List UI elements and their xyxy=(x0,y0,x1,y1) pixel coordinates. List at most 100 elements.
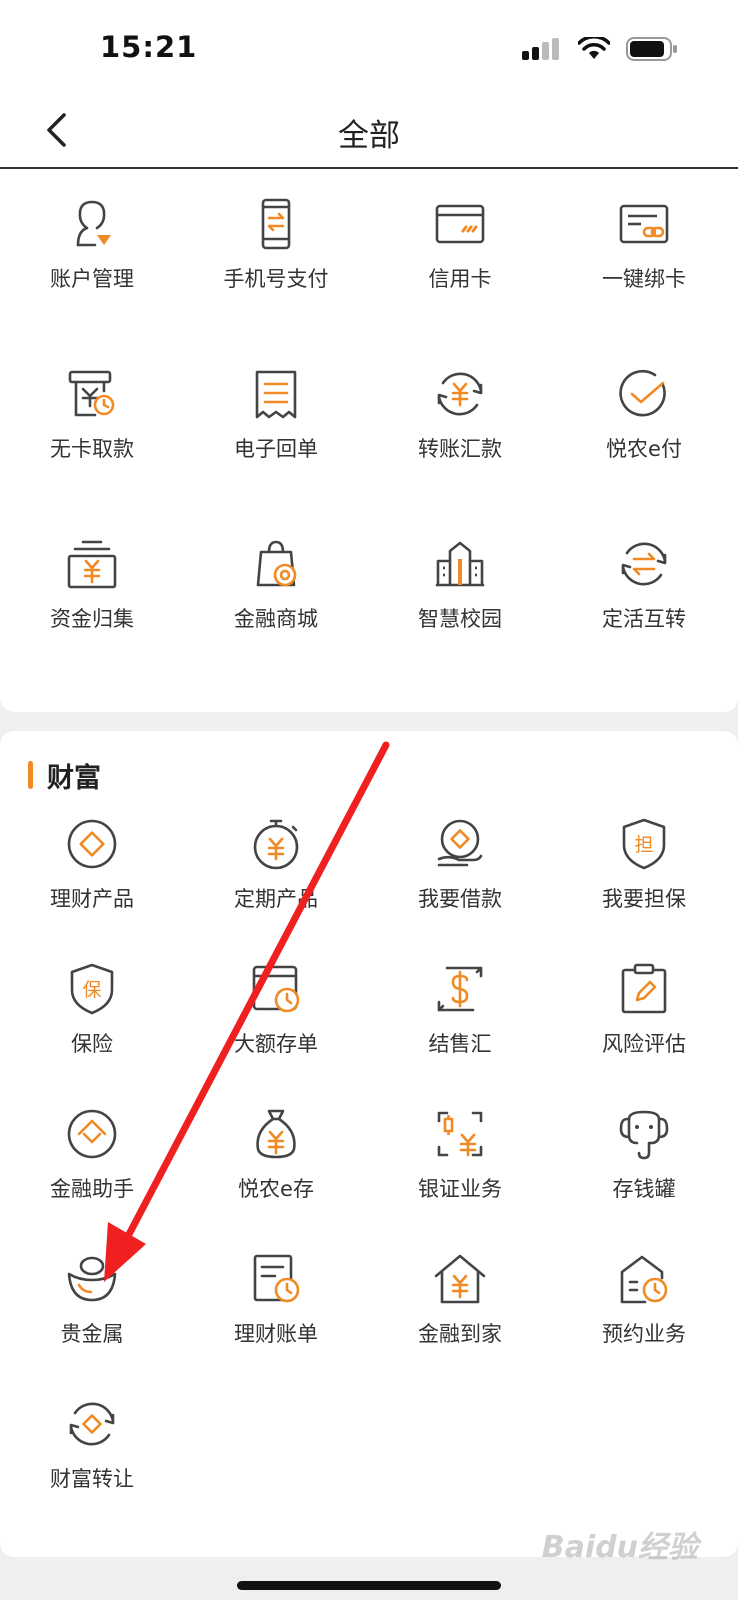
service-item[interactable]: 我要借款 xyxy=(368,817,552,937)
service-item-label: 理财产品 xyxy=(50,887,134,911)
svg-text:保: 保 xyxy=(82,979,101,1001)
elephant-piggy-icon xyxy=(617,1107,671,1161)
service-item[interactable]: 理财账单 xyxy=(184,1252,368,1372)
account-icon xyxy=(65,197,119,251)
service-item[interactable]: 悦农e存 xyxy=(184,1107,368,1227)
service-item-label: 金融到家 xyxy=(418,1322,502,1346)
service-item[interactable]: 理财产品 xyxy=(0,817,184,937)
service-item[interactable]: 银证业务 xyxy=(368,1107,552,1227)
swap-icon xyxy=(617,537,671,591)
service-item-label: 定活互转 xyxy=(602,607,686,631)
service-item-label: 金融商城 xyxy=(234,607,318,631)
service-item-label: 大额存单 xyxy=(234,1032,318,1056)
service-item[interactable]: 信用卡 xyxy=(368,197,552,317)
service-item[interactable]: 智慧校园 xyxy=(368,537,552,657)
check-pay-icon xyxy=(617,367,671,421)
service-item[interactable]: 大额存单 xyxy=(184,962,368,1082)
section-accent-bar xyxy=(28,761,33,789)
service-item-label: 账户管理 xyxy=(50,267,134,291)
gold-ingot-icon xyxy=(65,1252,119,1306)
status-bar: 15:21 xyxy=(0,0,738,90)
service-item[interactable]: 无卡取款 xyxy=(0,367,184,487)
service-item[interactable]: 账户管理 xyxy=(0,197,184,317)
wealth-transfer-icon xyxy=(65,1397,119,1451)
battery-icon xyxy=(626,37,677,61)
service-item[interactable]: 风险评估 xyxy=(552,962,736,1082)
home-yuan-icon xyxy=(433,1252,487,1306)
bind-card-icon xyxy=(617,197,671,251)
service-item-label: 转账汇款 xyxy=(418,437,502,461)
service-item-label: 财富转让 xyxy=(50,1467,134,1491)
watermark: Baidu经验 xyxy=(541,1530,698,1565)
home-indicator[interactable] xyxy=(237,1581,501,1590)
service-item[interactable]: 资金归集 xyxy=(0,537,184,657)
service-item-label: 理财账单 xyxy=(234,1322,318,1346)
service-item[interactable]: 金融助手 xyxy=(0,1107,184,1227)
service-item[interactable]: 一键绑卡 xyxy=(552,197,736,317)
appointment-icon xyxy=(617,1252,671,1306)
status-time: 15:21 xyxy=(100,30,198,64)
service-item[interactable]: 定期产品 xyxy=(184,817,368,937)
cellular-signal-icon xyxy=(522,38,559,60)
service-item[interactable]: 转账汇款 xyxy=(368,367,552,487)
status-icons xyxy=(522,36,678,62)
phone-pay-icon xyxy=(249,197,303,251)
service-item-label: 结售汇 xyxy=(428,1032,492,1056)
svg-text:担: 担 xyxy=(634,834,653,856)
service-item[interactable]: 金融商城 xyxy=(184,537,368,657)
exchange-dollar-icon xyxy=(433,962,487,1016)
receipt-icon xyxy=(249,367,303,421)
risk-assess-icon xyxy=(617,962,671,1016)
insurance-shield-icon: 保 xyxy=(65,962,119,1016)
page-title: 全部 xyxy=(338,118,400,154)
shopping-bag-icon xyxy=(249,537,303,591)
service-item[interactable]: 存钱罐 xyxy=(552,1107,736,1227)
service-item[interactable]: 财富转让 xyxy=(0,1397,184,1517)
service-item-label: 我要借款 xyxy=(418,887,502,911)
timer-yuan-icon xyxy=(249,817,303,871)
service-item-label: 定期产品 xyxy=(234,887,318,911)
service-item[interactable]: 担我要担保 xyxy=(552,817,736,937)
wealth-card: 财富 理财产品 定期产品 我要借款担我要担保保保险 大额存单 结售汇 风险评估 金融助手 悦农… xyxy=(0,731,738,1557)
service-item-label: 银证业务 xyxy=(418,1177,502,1201)
service-item-label: 存钱罐 xyxy=(612,1177,676,1201)
service-item[interactable]: 悦农e付 xyxy=(552,367,736,487)
assistant-icon xyxy=(65,1107,119,1161)
service-item-label: 我要担保 xyxy=(602,887,686,911)
section-title-wealth: 财富 xyxy=(28,759,101,794)
campus-icon xyxy=(433,537,487,591)
service-item-label: 金融助手 xyxy=(50,1177,134,1201)
service-item[interactable]: 结售汇 xyxy=(368,962,552,1082)
service-item-label: 保险 xyxy=(71,1032,113,1056)
credit-card-icon xyxy=(433,197,487,251)
wealth-product-icon xyxy=(65,817,119,871)
guarantee-shield-icon: 担 xyxy=(617,817,671,871)
transfer-icon xyxy=(433,367,487,421)
service-item[interactable]: 定活互转 xyxy=(552,537,736,657)
service-item-label: 智慧校园 xyxy=(418,607,502,631)
cardless-withdraw-icon xyxy=(65,367,119,421)
service-item[interactable]: 电子回单 xyxy=(184,367,368,487)
service-item-label: 风险评估 xyxy=(602,1032,686,1056)
service-item[interactable]: 手机号支付 xyxy=(184,197,368,317)
section-title-text: 财富 xyxy=(47,762,101,794)
loan-icon xyxy=(433,817,487,871)
top-services-card: 账户管理 手机号支付 信用卡 一键绑卡无卡取款 电子回单 转账汇款 悦农e付资金归集 金融商城… xyxy=(0,169,738,712)
nav-bar: 全部 xyxy=(0,90,738,169)
service-item-label: 一键绑卡 xyxy=(602,267,686,291)
service-item-label: 预约业务 xyxy=(602,1322,686,1346)
service-item-label: 无卡取款 xyxy=(50,437,134,461)
service-item-label: 资金归集 xyxy=(50,607,134,631)
wifi-icon xyxy=(578,37,610,59)
service-item[interactable]: 预约业务 xyxy=(552,1252,736,1372)
service-item-label: 悦农e存 xyxy=(238,1177,314,1201)
service-item[interactable]: 金融到家 xyxy=(368,1252,552,1372)
service-item-label: 信用卡 xyxy=(428,267,492,291)
deposit-cert-icon xyxy=(249,962,303,1016)
bill-clock-icon xyxy=(249,1252,303,1306)
service-item-label: 贵金属 xyxy=(60,1322,124,1346)
service-item[interactable]: 贵金属 xyxy=(0,1252,184,1372)
service-item-label: 悦农e付 xyxy=(606,437,682,461)
money-bag-icon xyxy=(249,1107,303,1161)
service-item[interactable]: 保保险 xyxy=(0,962,184,1082)
